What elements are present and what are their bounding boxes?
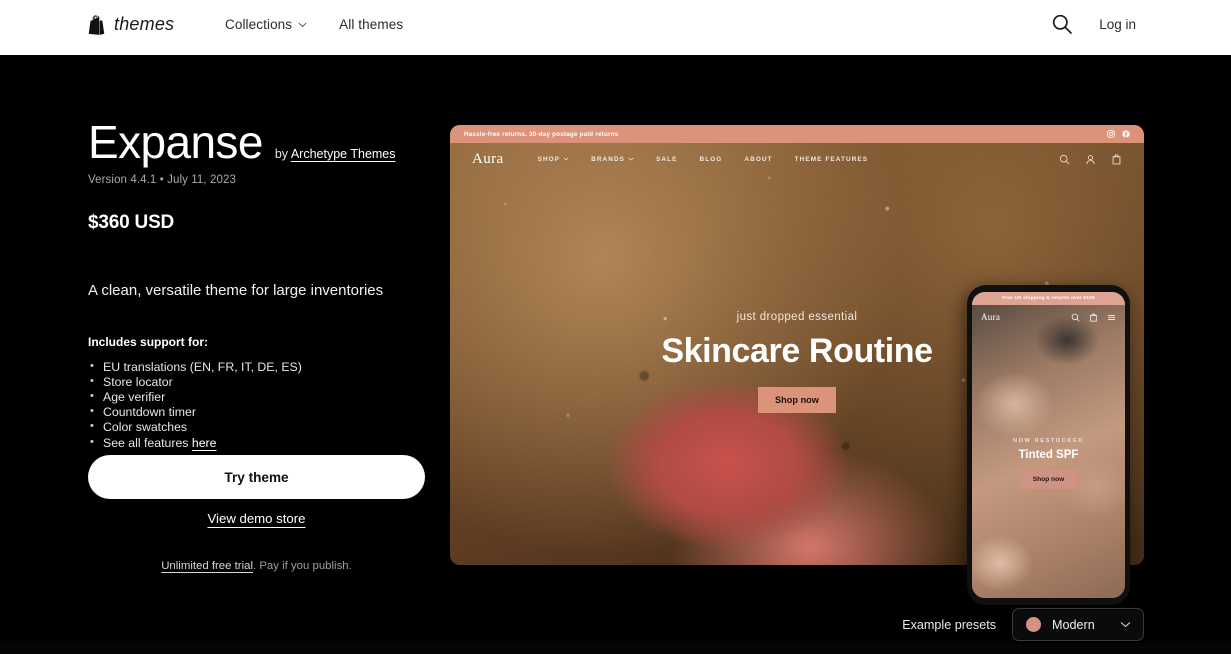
chevron-down-icon: [628, 157, 634, 161]
search-icon[interactable]: [1071, 313, 1080, 322]
preview-menu-label: BLOG: [699, 155, 723, 163]
preview-store-icons: [1059, 154, 1122, 165]
feature-text: Age verifier: [103, 389, 166, 404]
account-icon[interactable]: [1085, 154, 1096, 165]
preview-menu-label: THEME FEATURES: [794, 155, 869, 163]
example-presets-row: Example presets Modern: [902, 608, 1144, 641]
mobile-shop-now-button[interactable]: Shop now: [1019, 470, 1078, 489]
header-nav: Collections All themes: [225, 17, 403, 32]
mobile-store-nav: Aura: [972, 305, 1125, 329]
unlimited-free-trial-link[interactable]: Unlimited free trial: [161, 560, 253, 572]
list-item: See all features here: [88, 435, 433, 451]
feature-text: Countdown timer: [103, 405, 196, 420]
preset-select[interactable]: Modern: [1012, 608, 1144, 641]
preview-menu-blog[interactable]: BLOG: [700, 156, 723, 163]
chevron-down-icon: [563, 157, 569, 161]
shopify-themes-logo[interactable]: themes: [88, 14, 174, 35]
example-presets-label: Example presets: [902, 617, 996, 632]
list-item: Countdown timer: [88, 404, 433, 420]
theme-byline: by Archetype Themes: [275, 147, 396, 161]
feature-text: Store locator: [103, 374, 173, 389]
page-title: Expanse: [88, 116, 263, 168]
mobile-preview[interactable]: Free US shipping & returns over $100 Aur…: [967, 285, 1130, 605]
see-all-features-link[interactable]: here: [192, 436, 217, 450]
theme-detail-page: themes Collections All themes Log in Exp…: [0, 0, 1231, 654]
header-actions: Log in: [1051, 13, 1231, 35]
preview-menu-shop[interactable]: SHOP: [538, 156, 570, 163]
mobile-announcement-bar: Free US shipping & returns over $100: [972, 292, 1125, 305]
mobile-preview-screen: Free US shipping & returns over $100 Aur…: [972, 292, 1125, 598]
list-item: Store locator: [88, 374, 433, 390]
preset-color-swatch: [1026, 617, 1041, 632]
list-item: EU translations (EN, FR, IT, DE, ES): [88, 359, 433, 375]
mobile-store-logo[interactable]: Aura: [981, 312, 1000, 322]
trial-note-rest: . Pay if you publish.: [253, 560, 352, 572]
theme-preview[interactable]: Hassle-free returns. 30-day postage paid…: [450, 125, 1144, 605]
nav-item-collections[interactable]: Collections: [225, 17, 307, 32]
chevron-down-icon: [1120, 622, 1131, 628]
announcement-social-icons: [1107, 130, 1130, 138]
theme-info-panel: Expanse by Archetype Themes Version 4.4.…: [88, 118, 433, 451]
theme-author-link[interactable]: Archetype Themes: [291, 147, 396, 161]
preview-menu-label: SALE: [656, 155, 678, 163]
try-theme-button[interactable]: Try theme: [88, 455, 425, 499]
instagram-icon[interactable]: [1107, 130, 1115, 138]
theme-price: $360 USD: [88, 212, 175, 234]
theme-tagline: A clean, versatile theme for large inven…: [88, 282, 384, 300]
chevron-down-icon: [298, 22, 307, 27]
mobile-hero-kicker: NOW RESTOCKED: [1012, 438, 1085, 444]
hero-shop-now-button[interactable]: Shop now: [758, 387, 836, 413]
preview-menu-about[interactable]: ABOUT: [744, 156, 772, 163]
nav-label-all-themes: All themes: [339, 17, 404, 32]
page-bottom-strip: [0, 643, 1231, 654]
search-icon[interactable]: [1051, 13, 1073, 35]
includes-heading: Includes support for:: [88, 334, 208, 349]
feature-text: See all features: [103, 435, 192, 450]
mobile-announcement-text: Free US shipping & returns over $100: [1002, 296, 1095, 301]
search-icon[interactable]: [1059, 154, 1070, 165]
cart-icon[interactable]: [1089, 312, 1098, 322]
view-demo-store-link[interactable]: View demo store: [88, 511, 425, 526]
preview-menu-theme-features[interactable]: THEME FEATURES: [795, 156, 869, 163]
preview-menu-label: SHOP: [537, 155, 561, 163]
preview-store-logo[interactable]: Aura: [472, 151, 504, 168]
trial-note: Unlimited free trial. Pay if you publish…: [88, 560, 425, 572]
feature-list: EU translations (EN, FR, IT, DE, ES) Sto…: [88, 359, 433, 451]
mobile-hero-copy: NOW RESTOCKED Tinted SPF Shop now: [972, 438, 1125, 489]
site-header: themes Collections All themes Log in: [0, 0, 1231, 55]
preview-menu-brands[interactable]: BRANDS: [591, 156, 634, 163]
feature-text: EU translations (EN, FR, IT, DE, ES): [103, 359, 302, 374]
preview-store-nav: Aura SHOP BRANDS SALE BLOG ABOUT THEME F…: [450, 143, 1144, 175]
preview-menu-label: ABOUT: [744, 155, 773, 163]
preview-menu-label: BRANDS: [591, 155, 626, 163]
preview-menu-sale[interactable]: SALE: [656, 156, 677, 163]
list-item: Age verifier: [88, 389, 433, 405]
mobile-store-icons: [1071, 312, 1116, 322]
list-item: Color swatches: [88, 419, 433, 435]
cart-icon[interactable]: [1111, 154, 1122, 165]
logo-wordmark: themes: [114, 14, 175, 34]
feature-text: Color swatches: [103, 420, 188, 435]
shopify-bag-icon: [88, 14, 105, 35]
byline-prefix: by: [274, 147, 289, 161]
menu-icon[interactable]: [1107, 313, 1116, 322]
login-link[interactable]: Log in: [1099, 17, 1136, 32]
nav-item-all-themes[interactable]: All themes: [339, 17, 403, 32]
announcement-text: Hassle-free returns. 30-day postage paid…: [464, 130, 619, 138]
mobile-hero-heading: Tinted SPF: [1018, 449, 1079, 461]
title-row: Expanse by Archetype Themes: [88, 116, 433, 168]
preset-selected-value: Modern: [1052, 617, 1095, 632]
preview-announcement-bar: Hassle-free returns. 30-day postage paid…: [450, 125, 1144, 143]
theme-version: Version 4.4.1 • July 11, 2023: [88, 174, 237, 187]
nav-label-collections: Collections: [225, 17, 293, 32]
facebook-icon[interactable]: [1122, 130, 1130, 138]
preview-store-menu: SHOP BRANDS SALE BLOG ABOUT THEME FEATUR…: [538, 156, 869, 163]
